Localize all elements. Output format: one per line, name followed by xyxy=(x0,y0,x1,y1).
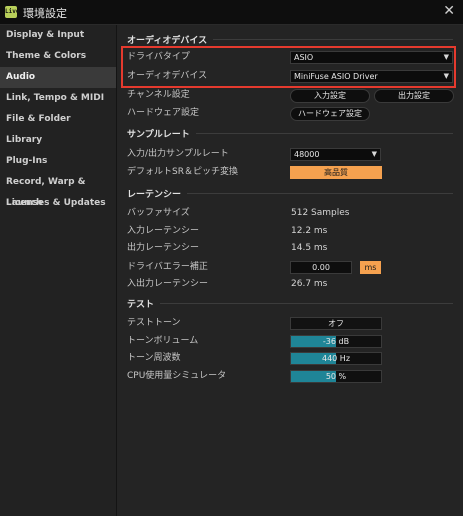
buffer-size-value[interactable]: 512 Samples xyxy=(291,207,349,220)
section-header-audio-device: オーディオデバイス xyxy=(127,32,453,46)
sidebar-item-record-warp-launch[interactable]: Record, Warp & Launch xyxy=(0,172,116,208)
driver-error-label: ドライバエラー補正 xyxy=(127,262,208,272)
driver-error-input[interactable]: 0.00 xyxy=(290,261,352,274)
cpu-simulator-label: CPU使用量シミュレータ xyxy=(127,371,227,381)
test-tone-label: テストトーン xyxy=(127,318,181,328)
title-bar: Live 環境設定 ✕ xyxy=(0,0,463,25)
input-latency-label: 入力レーテンシー xyxy=(127,226,200,236)
dropdown-arrow-icon: ▼ xyxy=(371,150,377,158)
input-settings-button[interactable]: 入力設定 xyxy=(290,89,370,103)
sidebar-item-theme-colors[interactable]: Theme & Colors xyxy=(0,46,116,67)
hardware-settings-button[interactable]: ハードウェア設定 xyxy=(290,107,370,121)
sidebar-item-file-folder[interactable]: File & Folder xyxy=(0,109,116,130)
default-sr-label: デフォルトSR＆ピッチ変換 xyxy=(127,167,238,177)
sidebar-item-display-input[interactable]: Display & Input xyxy=(0,25,116,46)
sidebar-item-plug-ins[interactable]: Plug-Ins xyxy=(0,151,116,172)
highlight-box xyxy=(121,46,456,88)
output-latency-label: 出力レーテンシー xyxy=(127,243,200,253)
cpu-simulator-slider[interactable]: 50 % xyxy=(290,370,382,383)
sidebar: Display & Input Theme & Colors Audio Lin… xyxy=(0,25,117,516)
sidebar-item-audio[interactable]: Audio xyxy=(0,67,116,88)
cpu-simulator-value: 50 % xyxy=(325,372,347,381)
io-sample-rate-dropdown[interactable]: 48000 ▼ xyxy=(290,148,381,161)
section-header-sample-rate: サンプルレート xyxy=(127,126,453,140)
io-sample-rate-value: 48000 xyxy=(294,150,320,159)
overall-latency-label: 入出力レーテンシー xyxy=(127,279,209,289)
output-settings-button[interactable]: 出力設定 xyxy=(374,89,454,103)
tone-volume-slider[interactable]: -36 dB xyxy=(290,335,382,348)
driver-error-unit: ms xyxy=(360,261,381,274)
close-icon[interactable]: ✕ xyxy=(443,3,455,19)
io-sample-rate-label: 入力/出力サンプルレート xyxy=(127,149,229,159)
tone-frequency-value: 440 Hz xyxy=(321,354,351,363)
output-latency-value: 14.5 ms xyxy=(291,243,328,253)
default-sr-toggle[interactable]: 高品質 xyxy=(290,166,382,179)
hardware-settings-label: ハードウェア設定 xyxy=(127,108,200,118)
overall-latency-value: 26.7 ms xyxy=(291,279,328,289)
sidebar-item-licenses-updates[interactable]: Licenses & Updates xyxy=(0,193,116,214)
tone-volume-label: トーンボリューム xyxy=(127,336,199,346)
buffer-size-label: バッファサイズ xyxy=(127,208,190,218)
test-tone-toggle[interactable]: オフ xyxy=(290,317,382,330)
tone-frequency-label: トーン周波数 xyxy=(127,353,181,363)
tone-frequency-slider[interactable]: 440 Hz xyxy=(290,352,382,365)
sidebar-item-link-tempo-midi[interactable]: Link, Tempo & MIDI xyxy=(0,88,116,109)
window-title: 環境設定 xyxy=(23,7,67,20)
channel-settings-label: チャンネル設定 xyxy=(127,90,190,100)
sidebar-item-library[interactable]: Library xyxy=(0,130,116,151)
section-header-test: テスト xyxy=(127,296,453,310)
section-header-latency: レーテンシー xyxy=(127,186,453,200)
input-latency-value: 12.2 ms xyxy=(291,226,328,236)
app-logo-icon: Live xyxy=(5,6,19,18)
tone-volume-value: -36 dB xyxy=(322,337,350,346)
